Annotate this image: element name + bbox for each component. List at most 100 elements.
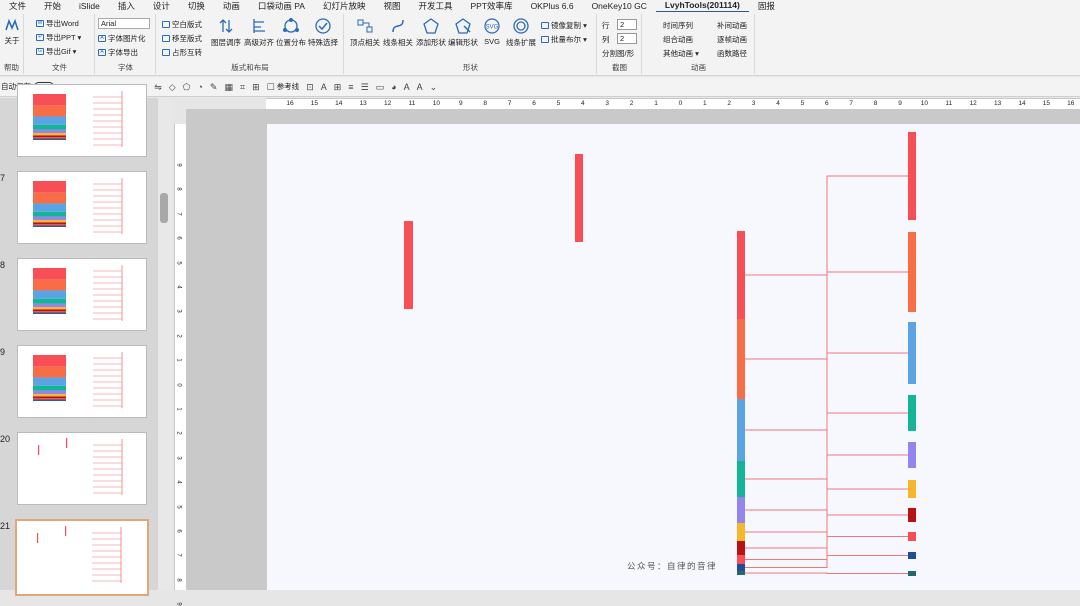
font-to-image-button[interactable]: A 字体图片化 xyxy=(98,33,146,44)
menu-item-11[interactable]: PPT效率库 xyxy=(462,0,522,12)
result-bar[interactable] xyxy=(908,508,916,522)
crop-icon[interactable]: ⌗ xyxy=(240,82,245,92)
export-word-button[interactable]: W 导出Word xyxy=(36,18,79,29)
stack-segment[interactable] xyxy=(737,461,745,497)
table-icon[interactable]: ⊞ xyxy=(334,82,342,92)
menu-item-5[interactable]: 切换 xyxy=(179,0,214,12)
line-weight-icon[interactable]: ≡ xyxy=(348,82,353,92)
move-layout-button[interactable]: 移至版式 xyxy=(162,33,202,44)
arrange-icon[interactable]: ⇋ xyxy=(154,82,162,92)
border-icon[interactable]: ▭ xyxy=(376,82,385,92)
result-bar[interactable] xyxy=(908,532,916,541)
result-bar[interactable] xyxy=(908,322,916,384)
checkbox-icon[interactable]: ☐ xyxy=(267,82,275,92)
result-bar[interactable] xyxy=(908,442,916,468)
export-ppt-button[interactable]: P 导出PPT ▾ xyxy=(36,32,81,43)
ruler-v-tick: 0 xyxy=(175,382,182,387)
advanced-align-button[interactable]: 高级对齐 xyxy=(242,18,276,48)
mirror-copy-button[interactable]: 镜像复制 ▾ xyxy=(541,20,587,31)
grow-font-icon[interactable]: A xyxy=(404,82,410,92)
stack-segment[interactable] xyxy=(737,319,745,399)
thumbnail-segment xyxy=(33,309,66,312)
slide-thumbnail[interactable] xyxy=(17,432,147,505)
shapes-icon[interactable]: ⬠ xyxy=(183,82,191,92)
menu-item-1[interactable]: 开始 xyxy=(35,0,70,12)
ruler-v-tick: 4 xyxy=(175,285,182,289)
ruler-h-tick: 14 xyxy=(1018,100,1026,107)
special-select-button[interactable]: 特殊选择 xyxy=(306,18,340,48)
customize-icon[interactable]: ⌄ xyxy=(430,82,438,92)
menu-item-12[interactable]: OKPlus 6.6 xyxy=(522,0,583,12)
position-distribute-button[interactable]: 位置分布 xyxy=(274,18,308,48)
text-box-icon[interactable]: ⊡ xyxy=(306,82,314,92)
stack-segment[interactable] xyxy=(737,571,745,575)
split-button[interactable]: 分割图/形 xyxy=(602,48,634,59)
tween-anim-button[interactable]: 补间动画 xyxy=(717,20,747,31)
font-name-select[interactable]: Arial xyxy=(98,18,150,29)
stack-segment[interactable] xyxy=(737,555,745,564)
menu-item-9[interactable]: 视图 xyxy=(374,0,409,12)
slide-thumbnail[interactable] xyxy=(17,171,147,244)
thumbnail-scrollbar[interactable] xyxy=(158,98,172,590)
menu-item-7[interactable]: 口袋动画 PA xyxy=(249,0,314,12)
fill-icon[interactable]: ◔ xyxy=(197,82,202,92)
slide-canvas[interactable]: 公众号：自律的音律 xyxy=(267,124,1080,590)
combo-anim-button[interactable]: 组合动画 xyxy=(663,34,693,45)
menu-item-0[interactable]: 文件 xyxy=(0,0,35,12)
menu-item-4[interactable]: 设计 xyxy=(144,0,179,12)
batch-bool-button[interactable]: 批量布尔 ▾ xyxy=(541,34,587,45)
loose-bar[interactable] xyxy=(575,154,583,242)
stack-segment[interactable] xyxy=(737,231,745,319)
slide-thumbnail[interactable] xyxy=(17,345,147,418)
result-bar[interactable] xyxy=(908,571,916,576)
slide-thumbnail[interactable] xyxy=(17,84,147,157)
thumbnail-segment xyxy=(33,135,66,138)
shrink-font-icon[interactable]: A xyxy=(417,82,423,92)
add-shape-button[interactable]: 添加形状 xyxy=(414,18,448,48)
layer-order-button[interactable]: 图层调序 xyxy=(209,18,243,48)
result-bar[interactable] xyxy=(908,395,916,431)
format-painter-icon[interactable]: ✎ xyxy=(210,82,218,92)
scroll-thumb[interactable] xyxy=(160,193,168,223)
ribbon-group-help: 关于 帮助 xyxy=(0,14,24,74)
col-spinner[interactable]: 2 xyxy=(617,33,637,44)
menu-item-15[interactable]: 固报 xyxy=(749,0,784,12)
shape-outline-icon[interactable]: ◇ xyxy=(169,82,176,92)
result-bar[interactable] xyxy=(908,132,916,220)
menu-item-10[interactable]: 开发工具 xyxy=(410,0,462,12)
slide-thumbnail[interactable] xyxy=(17,258,147,331)
slide-thumbnail[interactable] xyxy=(15,519,149,596)
vertex-button[interactable]: 顶点相关 xyxy=(348,18,382,48)
other-anim-button[interactable]: 其他动画 ▾ xyxy=(663,48,699,59)
export-gif-button[interactable]: G 导出Gif ▾ xyxy=(36,46,76,57)
menu-item-3[interactable]: 插入 xyxy=(109,0,144,12)
stack-segment[interactable] xyxy=(737,497,745,523)
result-bar[interactable] xyxy=(908,552,916,559)
timeline-button[interactable]: 时间序列 xyxy=(663,20,693,31)
result-bar[interactable] xyxy=(908,232,916,312)
font-export-button[interactable]: A 字体导出 xyxy=(98,47,138,58)
loose-bar[interactable] xyxy=(404,221,413,309)
frame-anim-button[interactable]: 逐帧动画 xyxy=(717,34,747,45)
theme-icon[interactable]: ◕ xyxy=(391,82,396,92)
menu-item-8[interactable]: 幻灯片放映 xyxy=(314,0,375,12)
func-path-button[interactable]: 函数路径 xyxy=(717,48,747,59)
line-button[interactable]: 线条相关 xyxy=(381,18,415,48)
stack-segment[interactable] xyxy=(737,399,745,461)
stack-segment[interactable] xyxy=(737,564,745,571)
line-extend-button[interactable]: 线条扩展 xyxy=(504,18,538,48)
font-color-icon[interactable]: A xyxy=(321,82,327,92)
stack-segment[interactable] xyxy=(737,541,745,555)
ruler-v-tick: 7 xyxy=(175,553,182,558)
line-style-icon[interactable]: ☰ xyxy=(361,82,369,92)
menu-item-6[interactable]: 动画 xyxy=(214,0,249,12)
menu-item-13[interactable]: OneKey10 GC xyxy=(583,0,656,12)
menu-item-2[interactable]: iSlide xyxy=(70,0,109,12)
blank-layout-button[interactable]: 空白版式 xyxy=(162,19,202,30)
group-icon[interactable]: ⊞ xyxy=(252,82,260,92)
placeholder-swap-button[interactable]: 占形互转 xyxy=(162,47,202,58)
row-spinner[interactable]: 2 xyxy=(617,19,637,30)
stack-segment[interactable] xyxy=(737,523,745,541)
result-bar[interactable] xyxy=(908,480,916,498)
picture-icon[interactable]: ▦ xyxy=(224,82,233,92)
